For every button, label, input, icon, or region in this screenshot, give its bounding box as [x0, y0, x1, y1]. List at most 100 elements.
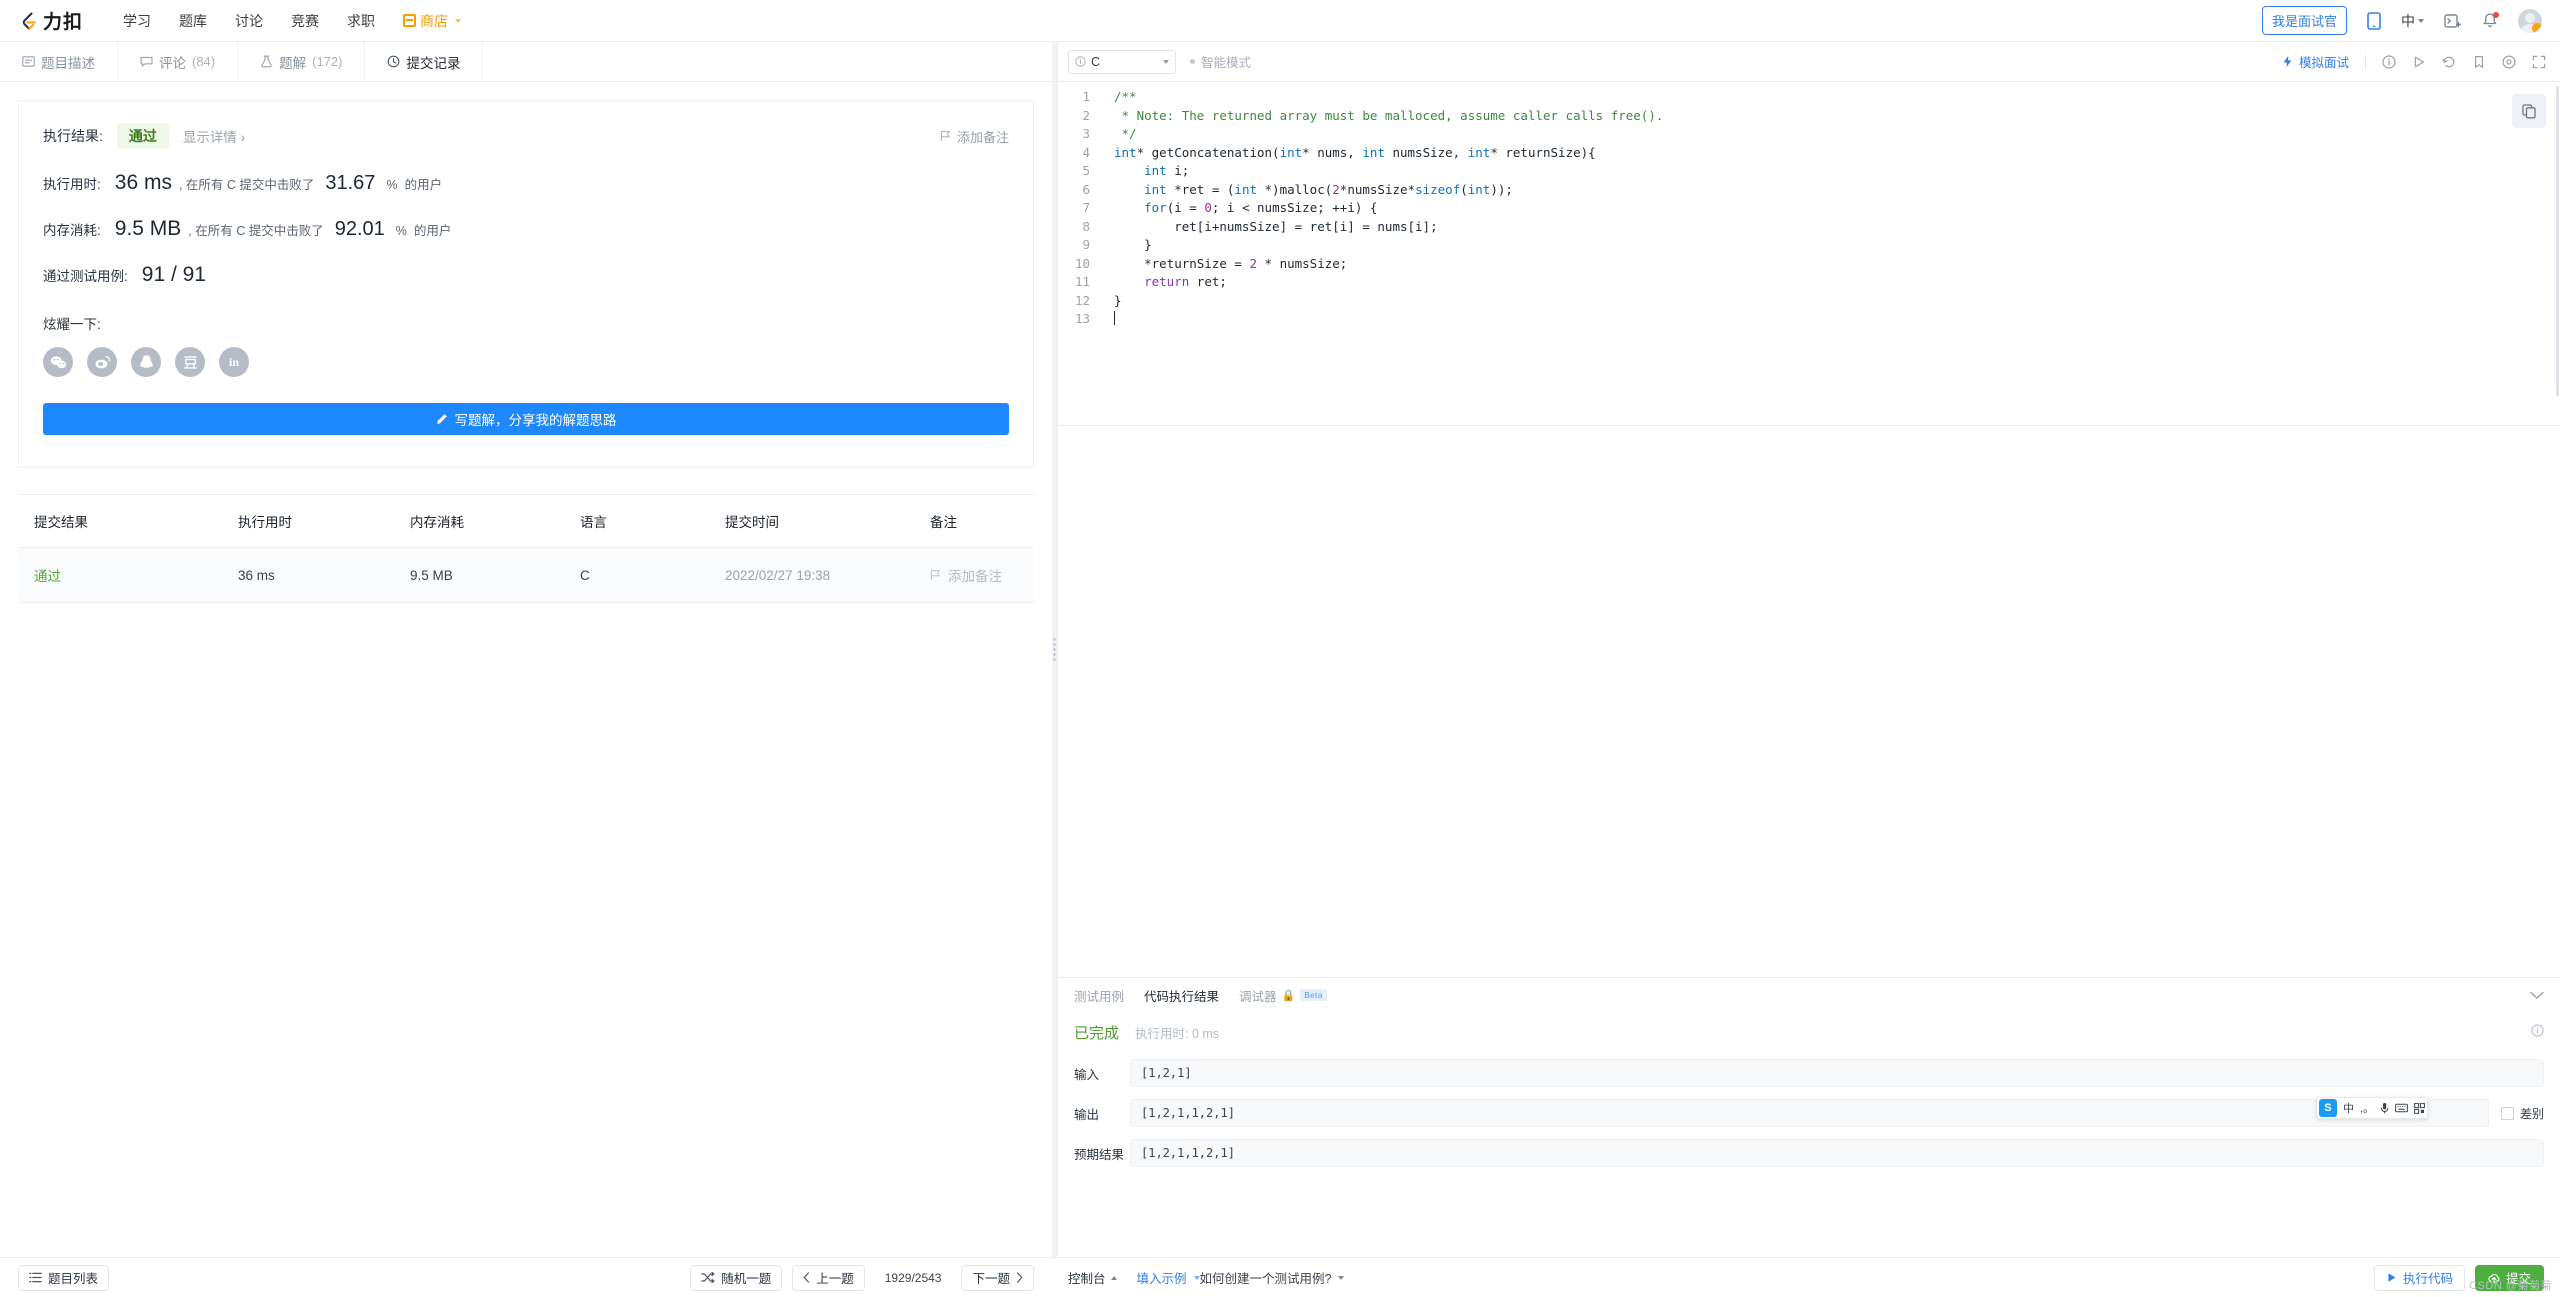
- play-icon[interactable]: [2412, 55, 2426, 69]
- code-editor[interactable]: 1 2 3 4 5 6 7 8 9 10 11 12 13 /** * Note: The return…: [1058, 82, 2560, 977]
- output-label: 输出: [1074, 1107, 1100, 1122]
- expected-row: 预期结果 [1,2,1,1,2,1]: [1074, 1139, 2544, 1167]
- wechat-icon[interactable]: [43, 347, 73, 377]
- bookmark-icon[interactable]: [2472, 55, 2486, 69]
- tab-run-result[interactable]: 代码执行结果: [1144, 986, 1219, 1005]
- tab-debugger[interactable]: 调试器 🔒 Beta: [1239, 986, 1327, 1005]
- nav-problems[interactable]: 题库: [165, 11, 221, 31]
- code-line[interactable]: * Note: The returned array must be mallo…: [1114, 107, 2560, 126]
- tab-testcase[interactable]: 测试用例: [1074, 986, 1124, 1005]
- code-line[interactable]: }: [1114, 236, 2560, 255]
- code-line[interactable]: int i;: [1114, 162, 2560, 181]
- run-code-button[interactable]: 执行代码: [2373, 1264, 2465, 1291]
- ime-punctuation-icon[interactable]: ,。: [2360, 1100, 2374, 1116]
- ime-mic-icon[interactable]: [2380, 1102, 2389, 1114]
- code-line[interactable]: /**: [1114, 88, 2560, 107]
- code-content[interactable]: /** * Note: The returned array must be m…: [1100, 88, 2560, 977]
- code-line[interactable]: */: [1114, 125, 2560, 144]
- code-line[interactable]: for(i = 0; i < numsSize; ++i) {: [1114, 199, 2560, 218]
- code-line[interactable]: [1114, 310, 2560, 329]
- console-info-icon[interactable]: [2531, 1023, 2544, 1042]
- tab-submissions[interactable]: 提交记录: [365, 42, 484, 81]
- code-line[interactable]: int* getConcatenation(int* nums, int num…: [1114, 144, 2560, 163]
- code-line[interactable]: ret[i+numsSize] = ret[i] = nums[i];: [1114, 218, 2560, 237]
- add-note-button[interactable]: 添加备注: [940, 127, 1009, 146]
- nav-study[interactable]: 学习: [109, 11, 165, 31]
- collapse-console-icon[interactable]: [2530, 991, 2544, 1000]
- code-line[interactable]: int *ret = (int *)malloc(2*numsSize*size…: [1114, 181, 2560, 200]
- write-solution-button[interactable]: 写题解，分享我的解题思路: [43, 403, 1009, 435]
- mobile-app-icon[interactable]: [2367, 11, 2381, 30]
- code-line[interactable]: return ret;: [1114, 273, 2560, 292]
- weibo-icon[interactable]: [87, 347, 117, 377]
- terminal-add-icon[interactable]: [2444, 13, 2462, 29]
- next-problem-button[interactable]: 下一题: [961, 1264, 1034, 1291]
- random-problem-button[interactable]: 随机一题: [690, 1264, 783, 1291]
- code-token: for: [1144, 200, 1167, 215]
- code-line[interactable]: }: [1114, 292, 2560, 311]
- notifications-bell-icon[interactable]: [2482, 12, 2499, 29]
- flag-icon: [940, 131, 950, 141]
- reset-code-icon[interactable]: [2442, 55, 2456, 69]
- editor-header-actions: 模拟面试: [2281, 52, 2546, 71]
- douban-icon[interactable]: [175, 347, 205, 377]
- how-to-create-testcase-button[interactable]: 如何创建一个测试用例?: [1200, 1268, 1345, 1287]
- diff-checkbox[interactable]: [2500, 1106, 2514, 1120]
- info-circle-icon[interactable]: [2382, 54, 2396, 69]
- ime-qr-icon[interactable]: [2414, 1102, 2425, 1114]
- nav-links: 学习 题库 讨论 竞赛 求职 商店: [109, 11, 475, 31]
- code-line[interactable]: *returnSize = 2 * numsSize;: [1114, 255, 2560, 274]
- text-cursor: [1114, 311, 1115, 325]
- settings-gear-icon[interactable]: [2502, 54, 2516, 69]
- tab-solutions[interactable]: 题解 (172): [238, 42, 366, 81]
- language-dropdown[interactable]: C: [1068, 49, 1176, 74]
- avatar-badge: [2532, 22, 2542, 33]
- language-selector[interactable]: 中: [2401, 11, 2424, 31]
- submission-status-link[interactable]: 通过: [34, 569, 61, 584]
- row-add-note-button[interactable]: 添加备注: [930, 565, 1034, 585]
- memory-value: 9.5 MB: [114, 217, 182, 240]
- ime-keyboard-icon[interactable]: [2395, 1103, 2408, 1113]
- table-row[interactable]: 通过 36 ms 9.5 MB C 2022/02/27 19:38 添加备注: [18, 547, 1034, 603]
- ime-mode-chinese[interactable]: 中: [2343, 1100, 2354, 1116]
- ime-floating-toolbar[interactable]: S 中 ,。: [2315, 1097, 2428, 1119]
- smart-mode-toggle[interactable]: 智能模式: [1190, 52, 1251, 71]
- code-token: return: [1144, 274, 1190, 289]
- qq-icon[interactable]: [131, 347, 161, 377]
- nav-contest[interactable]: 竞赛: [277, 11, 333, 31]
- main-split-container: 题目描述 评论 (84) 题解 (172) 提交记录 执行结果: 通过 显示详情…: [0, 42, 2560, 1257]
- cell-time: 2022/02/27 19:38: [725, 547, 930, 603]
- code-token: * nums,: [1302, 144, 1363, 160]
- show-detail-link[interactable]: 显示详情 ›: [183, 126, 245, 146]
- code-token: int: [1114, 144, 1137, 160]
- result-status-row: 执行结果: 通过 显示详情 › 添加备注: [43, 123, 1009, 149]
- fullscreen-icon[interactable]: [2532, 55, 2546, 69]
- mock-interview-button[interactable]: 模拟面试: [2281, 52, 2349, 71]
- brand-logo-group[interactable]: 力扣: [18, 7, 83, 34]
- code-token: int: [1467, 181, 1491, 197]
- editor-scrollbar[interactable]: [2556, 86, 2559, 396]
- submission-result-card: 执行结果: 通过 显示详情 › 添加备注 执行用时: 36 ms , 在所有 C…: [18, 100, 1034, 468]
- input-value-box[interactable]: [1,2,1]: [1130, 1059, 2544, 1087]
- fill-sample-button[interactable]: 填入示例: [1137, 1268, 1200, 1287]
- console-panel: 测试用例 代码执行结果 调试器 🔒 Beta 已完成 执行用时: 0 ms 输入…: [1058, 977, 2560, 1257]
- nav-jobs[interactable]: 求职: [333, 11, 389, 31]
- tab-comments[interactable]: 评论 (84): [118, 42, 239, 81]
- nav-discuss[interactable]: 讨论: [221, 11, 277, 31]
- avatar[interactable]: [2518, 8, 2542, 33]
- submit-code-button[interactable]: 提交: [2474, 1264, 2544, 1291]
- linkedin-icon[interactable]: in: [219, 347, 249, 377]
- flag-icon: [930, 570, 940, 580]
- console-toggle-button[interactable]: 控制台: [1068, 1268, 1117, 1287]
- interviewer-button[interactable]: 我是面试官: [2261, 6, 2347, 35]
- tab-description[interactable]: 题目描述: [0, 42, 118, 81]
- memory-tailtext: 的用户: [413, 224, 452, 238]
- problem-nav-group: 随机一题 上一题 1929/2543 下一题: [690, 1264, 1034, 1291]
- diff-toggle[interactable]: 差别: [2500, 1105, 2544, 1122]
- problem-list-button[interactable]: 题目列表: [18, 1264, 110, 1291]
- code-token: 2: [1249, 255, 1257, 271]
- copy-code-button[interactable]: [2512, 94, 2546, 128]
- nav-shop[interactable]: 商店: [389, 11, 475, 31]
- prev-problem-button[interactable]: 上一题: [792, 1264, 865, 1291]
- code-token: */: [1114, 126, 1137, 141]
